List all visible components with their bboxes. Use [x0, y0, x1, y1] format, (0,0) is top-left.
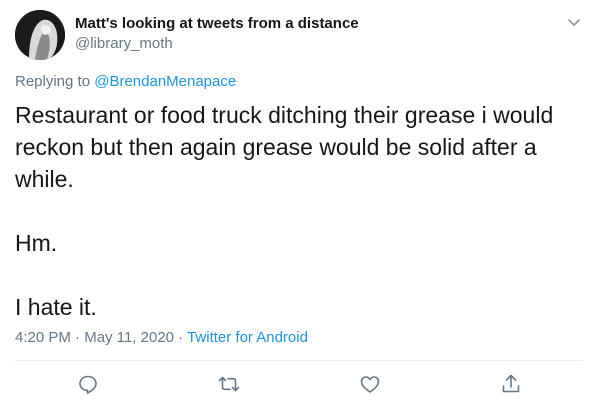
avatar[interactable]	[15, 10, 65, 60]
tweet-source-link[interactable]: Twitter for Android	[187, 329, 308, 346]
tweet-text: Restaurant or food truck ditching their …	[15, 99, 585, 323]
action-bar	[0, 372, 597, 398]
retweet-icon	[218, 376, 240, 392]
share-icon	[502, 374, 520, 393]
like-button[interactable]	[358, 372, 382, 396]
meta-separator: ·	[174, 329, 188, 346]
divider	[15, 360, 582, 361]
chevron-down-icon	[568, 19, 580, 26]
share-button[interactable]	[499, 372, 523, 396]
replying-to: Replying to @BrendanMenapace	[15, 72, 236, 92]
tweet-paragraph: Hm.	[15, 230, 58, 256]
display-name[interactable]: Matt's looking at tweets from a distance	[75, 14, 359, 34]
avatar-image	[15, 10, 65, 60]
tweet-meta: 4:20 PM · May 11, 2020 · Twitter for And…	[15, 328, 308, 348]
tweet-time[interactable]: 4:20 PM	[15, 329, 71, 346]
reply-icon	[79, 375, 97, 394]
replying-to-label: Replying to	[15, 73, 95, 90]
user-handle[interactable]: @library_moth	[75, 34, 359, 54]
meta-separator: ·	[70, 329, 85, 346]
tweet-paragraph: Restaurant or food truck ditching their …	[15, 102, 554, 192]
reply-button[interactable]	[76, 372, 100, 396]
retweet-button[interactable]	[217, 372, 241, 396]
more-options-button[interactable]	[565, 13, 583, 31]
author-block: Matt's looking at tweets from a distance…	[75, 14, 359, 54]
heart-icon	[360, 376, 380, 393]
tweet-paragraph: I hate it.	[15, 294, 97, 320]
tweet: Matt's looking at tweets from a distance…	[0, 0, 597, 404]
reply-mention-link[interactable]: @BrendanMenapace	[94, 73, 236, 90]
tweet-date[interactable]: May 11, 2020	[84, 329, 174, 346]
